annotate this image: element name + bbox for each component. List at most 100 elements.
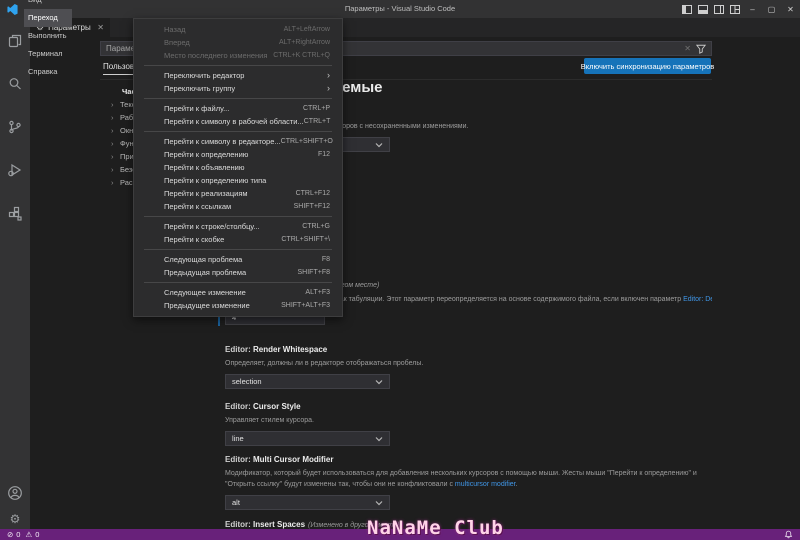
menu-item-label: Переключить редактор	[164, 71, 245, 80]
setting-link[interactable]: multicursor modifier	[455, 481, 516, 488]
menu-item-shortcut: CTRL+K CTRL+Q	[273, 52, 330, 59]
chevron-right-icon: ›	[111, 139, 114, 148]
account-icon[interactable]	[5, 483, 25, 503]
menu-item-label: Место последнего изменения	[164, 51, 268, 60]
menu-item-shortcut: SHIFT+ALT+F3	[281, 302, 330, 309]
toggle-secondary-sidebar-icon[interactable]	[711, 0, 727, 18]
warnings-count: 0	[35, 530, 40, 539]
explorer-icon[interactable]	[5, 31, 25, 51]
menu-separator	[144, 282, 332, 283]
menu-item-label: Перейти к определению	[164, 150, 249, 159]
manage-gear-icon[interactable]: ⚙	[5, 509, 25, 529]
chevron-right-icon: ›	[111, 126, 114, 135]
menu-item[interactable]: Следующая проблема F8	[134, 253, 342, 266]
setting-row: Editor: Multi Cursor Modifier Модификатор…	[225, 455, 712, 510]
menu-item[interactable]: Перейти к символу в редакторе... CTRL+SHI…	[134, 135, 342, 148]
menubar-item-справка[interactable]: Справка	[24, 63, 72, 81]
customize-layout-icon[interactable]	[727, 0, 743, 18]
setting-select-multi-cursor-modifier[interactable]: alt	[225, 495, 390, 510]
menu-item-label: Перейти к скобке	[164, 235, 225, 244]
menu-item-shortcut: F12	[317, 151, 330, 158]
menubar-item-терминал[interactable]: Терминал	[24, 45, 72, 63]
menu-item[interactable]: Перейти к ссылкам SHIFT+F12	[134, 200, 342, 213]
chevron-down-icon	[375, 436, 383, 441]
window-title: Параметры - Visual Studio Code	[344, 4, 456, 13]
filter-icon[interactable]	[696, 44, 706, 54]
menu-item-shortcut: F8	[321, 256, 330, 263]
tab-close-icon[interactable]: ✕	[97, 23, 104, 32]
menu-separator	[144, 249, 332, 250]
menu-item: Назад ALT+LeftArrow	[134, 23, 342, 36]
watermark-text: NaNaMe Club	[367, 517, 504, 539]
menu-separator	[144, 216, 332, 217]
menu-item-label: Следующая проблема	[164, 255, 243, 264]
menu-item[interactable]: Переключить редактор ›	[134, 69, 342, 82]
extensions-icon[interactable]	[5, 203, 25, 223]
menu-item: Вперед ALT+RightArrow	[134, 36, 342, 49]
close-window-button[interactable]: ✕	[781, 0, 800, 18]
setting-row: Editor: Cursor Style Управляет стилем кур…	[225, 402, 712, 446]
menu-item-label: Перейти к символу в рабочей области...	[164, 117, 304, 126]
run-debug-icon[interactable]	[5, 160, 25, 180]
menu-item[interactable]: Перейти к определению F12	[134, 148, 342, 161]
menu-item[interactable]: Перейти к скобке CTRL+SHIFT+\	[134, 233, 342, 246]
menubar-item-выполнить[interactable]: Выполнить	[24, 27, 72, 45]
source-control-icon[interactable]	[5, 117, 25, 137]
menu-item[interactable]: Перейти к определению типа	[134, 174, 342, 187]
vscode-window: ФайлПравкаВыделениеВидПереходВыполнитьТе…	[0, 0, 800, 540]
menu-item-shortcut: CTRL+T	[303, 118, 331, 125]
submenu-arrow-icon: ›	[327, 83, 330, 93]
menu-item[interactable]: Предыдущая проблема SHIFT+F8	[134, 266, 342, 279]
minimize-button[interactable]: –	[743, 0, 762, 18]
menu-item[interactable]: Перейти к объявлению	[134, 161, 342, 174]
menu-item-label: Перейти к файлу...	[164, 104, 230, 113]
menu-item[interactable]: Перейти к файлу... CTRL+P	[134, 102, 342, 115]
menu-item: Место последнего изменения CTRL+K CTRL+Q	[134, 49, 342, 62]
search-icon[interactable]	[5, 74, 25, 94]
chevron-down-icon	[375, 379, 383, 384]
notifications-bell-icon[interactable]	[784, 530, 793, 539]
clear-search-icon[interactable]: ✕	[684, 44, 691, 53]
menu-item-shortcut: CTRL+G	[302, 223, 330, 230]
maximize-button[interactable]: ▢	[762, 0, 781, 18]
select-value: line	[232, 434, 244, 443]
warnings-icon: ⚠	[25, 530, 33, 539]
chevron-right-icon: ›	[111, 178, 114, 187]
chevron-right-icon: ›	[111, 152, 114, 161]
menu-item[interactable]: Перейти к реализациям CTRL+F12	[134, 187, 342, 200]
menu-item[interactable]: Следующее изменение ALT+F3	[134, 286, 342, 299]
vscode-logo-icon	[7, 3, 18, 15]
setting-row: Editor: Render Whitespace Определяет, дол…	[225, 345, 712, 389]
setting-description: Модификатор, который будет использоватьс…	[225, 470, 697, 488]
menu-item[interactable]: Предыдущее изменение SHIFT+ALT+F3	[134, 299, 342, 312]
menu-item-shortcut: ALT+F3	[305, 289, 330, 296]
toggle-panel-icon[interactable]	[695, 0, 711, 18]
errors-icon: ⊘	[7, 530, 14, 539]
setting-select-cursor-style[interactable]: line	[225, 431, 390, 446]
setting-link[interactable]: Editor: Detect	[683, 296, 712, 303]
setting-title: Editor: Render Whitespace	[225, 345, 328, 354]
menu-separator	[144, 131, 332, 132]
menu-item[interactable]: Переключить группу ›	[134, 82, 342, 95]
menu-item-label: Следующее изменение	[164, 288, 246, 297]
menu-item[interactable]: Перейти к строке/столбцу... CTRL+G	[134, 220, 342, 233]
setting-select-render-whitespace[interactable]: selection	[225, 374, 390, 389]
menubar-item-вид[interactable]: Вид	[24, 0, 72, 9]
chevron-right-icon: ›	[111, 113, 114, 122]
menu-item-label: Назад	[164, 25, 186, 34]
menu-separator	[144, 98, 332, 99]
submenu-arrow-icon: ›	[327, 70, 330, 80]
menu-item-shortcut: CTRL+SHIFT+\	[281, 236, 330, 243]
enable-settings-sync-button[interactable]: Включить синхронизацию параметров	[581, 58, 714, 74]
go-menu-dropdown: Назад ALT+LeftArrow Вперед ALT+RightArrow Ме…	[133, 18, 343, 317]
toggle-sidebar-icon[interactable]	[679, 0, 695, 18]
menu-item-shortcut: CTRL+P	[302, 105, 330, 112]
window-controls: – ▢ ✕	[679, 0, 800, 18]
menubar-item-переход[interactable]: Переход	[24, 9, 72, 27]
menu-item[interactable]: Перейти к символу в рабочей области... CT…	[134, 115, 342, 128]
activity-bar: ⚙	[0, 18, 30, 529]
title-bar: ФайлПравкаВыделениеВидПереходВыполнитьТе…	[0, 0, 800, 76]
setting-title: Editor: Multi Cursor Modifier	[225, 455, 334, 464]
menu-item-shortcut: ALT+RightArrow	[278, 39, 330, 46]
menu-item-label: Предыдущее изменение	[164, 301, 250, 310]
